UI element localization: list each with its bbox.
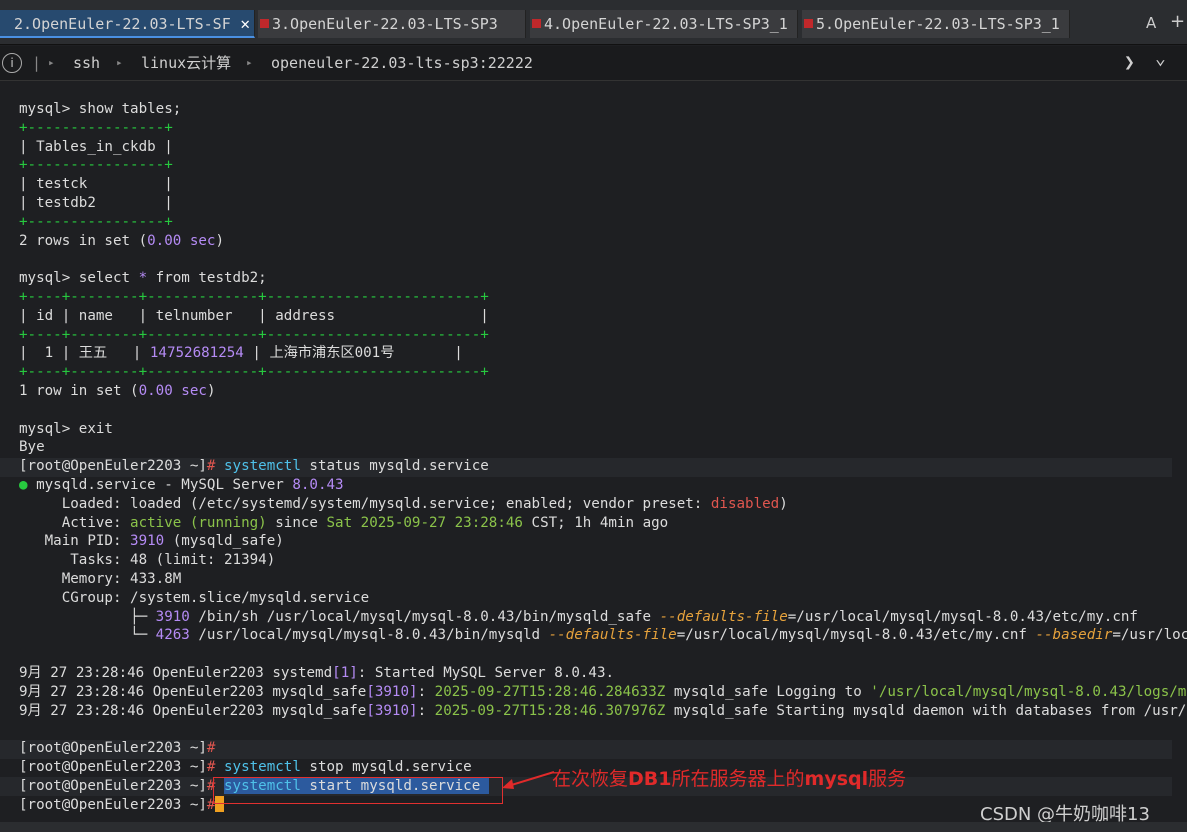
address-bar: i | ▸ ssh ▸ linux云计算 ▸ openeuler-22.03-l… xyxy=(0,46,1187,81)
close-icon[interactable]: ✕ xyxy=(240,10,250,36)
chevron-down-icon[interactable]: ⌄ xyxy=(1155,42,1166,76)
terminal[interactable]: mysql> show tables; +----------------+ | T… xyxy=(0,82,1187,822)
terminal-line: Active: active (running) since Sat 2025-… xyxy=(19,514,669,531)
session-status-icon xyxy=(260,19,269,28)
terminal-line: | id | name | telnumber | address | xyxy=(19,307,489,324)
terminal-line: [root@OpenEuler2203 ~]# xyxy=(19,795,225,815)
chevron-right-icon: ▸ xyxy=(48,56,55,69)
terminal-line: +----------------+ xyxy=(19,119,173,136)
tab-label: 3.OpenEuler-22.03-LTS-SP3 xyxy=(272,15,498,33)
chevron-right-icon: ▸ xyxy=(246,56,253,69)
terminal-line: +----+--------+-------------+-----------… xyxy=(19,289,489,305)
session-status-icon xyxy=(804,19,813,28)
terminal-line: | 1 | 王五 | 14752681254 | 上海市浦东区001号 | xyxy=(19,345,463,362)
tab-label: 5.OpenEuler-22.03-LTS-SP3_1 xyxy=(816,15,1060,33)
terminal-line: [root@OpenEuler2203 ~]# systemctl status… xyxy=(19,458,489,475)
info-icon[interactable]: i xyxy=(2,53,22,73)
terminal-line: 1 row in set (0.00 sec) xyxy=(19,383,216,399)
terminal-line: ├─ 3910 /bin/sh /usr/local/mysql/mysql-8… xyxy=(19,608,1138,625)
breadcrumb-group[interactable]: linux云计算 xyxy=(141,46,231,80)
terminal-line: ● mysqld.service - MySQL Server 8.0.43 xyxy=(19,477,344,493)
terminal-line: +----+--------+-------------+-----------… xyxy=(19,364,489,381)
terminal-line: Memory: 433.8M xyxy=(19,571,182,587)
tab-session-4[interactable]: 4.OpenEuler-22.03-LTS-SP3_1 xyxy=(530,10,798,38)
terminal-line: 9月 27 23:28:46 OpenEuler2203 mysqld_safe… xyxy=(19,683,1187,700)
tab-bar: 2.OpenEuler-22.03-LTS-SF ✕ 3.OpenEuler-2… xyxy=(0,0,1187,45)
terminal-line: 9月 27 23:28:46 OpenEuler2203 mysqld_safe… xyxy=(19,702,1187,719)
tab-label: 2.OpenEuler-22.03-LTS-SF xyxy=(14,15,231,33)
tab-session-3[interactable]: 3.OpenEuler-22.03-LTS-SP3 xyxy=(258,10,526,38)
terminal-line: └─ 4263 /usr/local/mysql/mysql-8.0.43/bi… xyxy=(19,627,1187,644)
terminal-line: | testck | xyxy=(19,176,173,193)
add-tab-icon[interactable]: + xyxy=(1170,11,1185,32)
terminal-line: mysql> exit xyxy=(19,420,113,437)
breadcrumb-ssh[interactable]: ssh xyxy=(73,46,100,80)
terminal-line: mysql> select * from testdb2; xyxy=(19,270,267,287)
chevron-right-icon: ▸ xyxy=(116,56,123,69)
tab-label: 4.OpenEuler-22.03-LTS-SP3_1 xyxy=(544,15,788,33)
arrow-icon xyxy=(502,771,555,789)
terminal-line: +----------------+ xyxy=(19,157,173,174)
terminal-line: | testdb2 | xyxy=(19,195,173,211)
terminal-line: +----------------+ xyxy=(19,213,173,230)
tab-session-2[interactable]: 2.OpenEuler-22.03-LTS-SF ✕ xyxy=(0,10,255,38)
terminal-line: 2 rows in set (0.00 sec) xyxy=(19,232,225,249)
terminal-line: [root@OpenEuler2203 ~]# xyxy=(19,740,216,757)
terminal-line: +----+--------+-------------+-----------… xyxy=(19,326,489,343)
status-strip xyxy=(0,822,1187,832)
annotation-text: 在次恢复DB1所在服务器上的mysql服务 xyxy=(552,768,907,790)
terminal-line: mysql> show tables; xyxy=(19,101,182,117)
chevron-right-icon[interactable]: ❯ xyxy=(1124,46,1135,80)
terminal-line: CGroup: /system.slice/mysqld.service xyxy=(19,589,370,606)
breadcrumb-host[interactable]: openeuler-22.03-lts-sp3:22222 xyxy=(271,46,533,80)
tab-session-5[interactable]: 5.OpenEuler-22.03-LTS-SP3_1 xyxy=(802,10,1070,38)
terminal-line: Bye xyxy=(19,439,45,456)
font-icon[interactable]: A xyxy=(1146,14,1156,32)
terminal-line: [root@OpenEuler2203 ~]# systemctl stop m… xyxy=(19,759,472,775)
terminal-line: Loaded: loaded (/etc/systemd/system/mysq… xyxy=(19,495,788,512)
terminal-line: 9月 27 23:28:46 OpenEuler2203 systemd[1]:… xyxy=(19,665,615,681)
terminal-line: | Tables_in_ckdb | xyxy=(19,138,173,155)
highlight-box xyxy=(213,777,503,804)
terminal-line: Main PID: 3910 (mysqld_safe) xyxy=(19,533,284,550)
session-status-icon xyxy=(532,19,541,28)
terminal-line: Tasks: 48 (limit: 21394) xyxy=(19,552,276,569)
separator: | xyxy=(32,54,42,72)
